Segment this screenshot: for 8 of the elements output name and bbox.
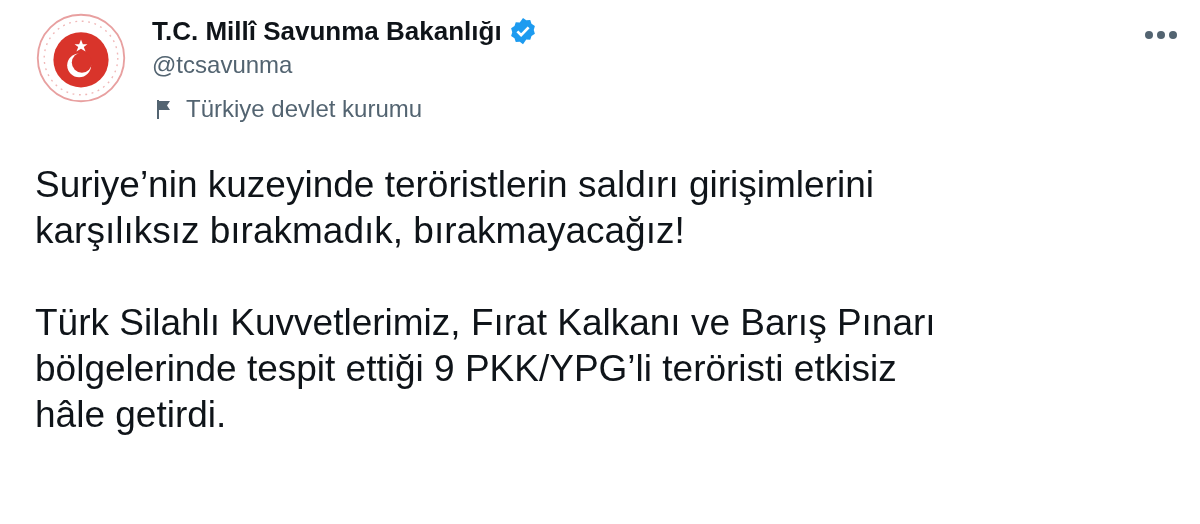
account-name[interactable]: T.C. Millî Savunma Bakanlığı (152, 14, 502, 48)
flag-icon (156, 99, 172, 119)
tweet-paragraph: Türk Silahlı Kuvvetlerimiz, Fırat Kalkanı ve Barış Pınarı bölgelerinde tespit ettiği 9 PKK/YPG’li teröristi etkisiz hâle getirdi. (35, 301, 937, 437)
tweet-paragraph: Suriye’nin kuzeyinde teröristlerin saldırı girişimlerini karşılıksız bırakmadık, bırakmayacağız! (35, 163, 875, 253)
more-options-icon[interactable] (1144, 30, 1178, 40)
account-handle[interactable]: @tcsavunma (152, 48, 293, 82)
emblem-avatar-icon (35, 12, 127, 104)
account-label: Türkiye devlet kurumu (186, 94, 423, 124)
